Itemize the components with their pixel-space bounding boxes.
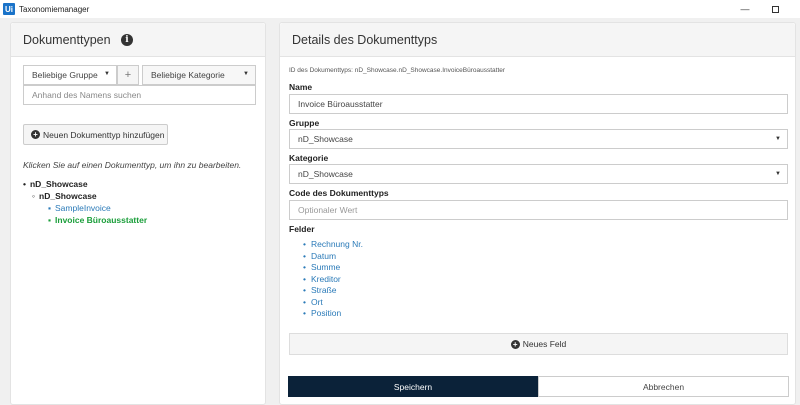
- tree-group-node[interactable]: • nD_Showcase: [23, 179, 88, 189]
- bullet: ▪: [48, 203, 52, 213]
- field-link[interactable]: Straße: [303, 285, 363, 297]
- bullet: ▪: [48, 215, 52, 225]
- category-filter-value: Beliebige Kategorie: [151, 70, 225, 80]
- caret-down-icon: ▼: [775, 136, 781, 142]
- caret-down-icon: ▼: [243, 71, 249, 77]
- bullet: •: [23, 179, 26, 189]
- minimize-button[interactable]: —: [732, 0, 758, 18]
- tree-doctype-item[interactable]: ▪ SampleInvoice: [48, 203, 111, 213]
- field-link[interactable]: Summe: [303, 262, 363, 274]
- name-label: Name: [289, 82, 313, 92]
- panel-title: Dokumenttypen: [23, 33, 111, 47]
- document-type-id: ID des Dokumenttyps: nD_Showcase.nD_Show…: [289, 67, 506, 74]
- app-logo-icon: Ui: [3, 3, 15, 15]
- fields-label: Felder: [289, 224, 315, 234]
- group-filter-value: Beliebige Gruppe: [32, 70, 98, 80]
- document-types-panel: Dokumenttypen i Beliebige Gruppe ▼ + Bel…: [10, 22, 266, 405]
- panel-heading: Dokumenttypen i: [11, 23, 265, 57]
- field-link[interactable]: Datum: [303, 251, 363, 263]
- field-link[interactable]: Position: [303, 308, 363, 320]
- tree-doctype-label: Invoice Büroausstatter: [55, 215, 148, 225]
- category-select[interactable]: nD_Showcase ▼: [289, 164, 788, 184]
- tree-group-label: nD_Showcase: [29, 179, 88, 189]
- add-document-type-button[interactable]: + Neuen Dokumenttyp hinzufügen: [23, 124, 168, 145]
- code-input[interactable]: [289, 200, 788, 220]
- tree-doctype-item-selected[interactable]: ▪ Invoice Büroausstatter: [48, 215, 147, 225]
- new-field-button[interactable]: + Neues Feld: [289, 333, 788, 355]
- hint-text: Klicken Sie auf einen Dokumenttyp, um ih…: [23, 160, 242, 170]
- field-link[interactable]: Ort: [303, 297, 363, 309]
- group-filter-select[interactable]: Beliebige Gruppe ▼: [23, 65, 117, 85]
- category-filter-select[interactable]: Beliebige Kategorie ▼: [142, 65, 256, 85]
- tree-category-node[interactable]: ◦ nD_Showcase: [32, 191, 97, 201]
- name-input[interactable]: [289, 94, 788, 114]
- cancel-button[interactable]: Abbrechen: [538, 376, 789, 397]
- plus-circle-icon: +: [31, 130, 40, 139]
- group-select[interactable]: nD_Showcase ▼: [289, 129, 788, 149]
- plus-circle-icon: +: [510, 339, 520, 349]
- tree-doctype-label: SampleInvoice: [55, 203, 111, 213]
- search-input[interactable]: [23, 85, 256, 105]
- title-bar: Ui Taxonomiemanager —: [0, 0, 800, 18]
- window-title: Taxonomiemanager: [19, 4, 90, 14]
- category-label: Kategorie: [289, 153, 329, 163]
- panel-heading: Details des Dokumenttyps: [280, 23, 795, 57]
- field-link[interactable]: Rechnung Nr.: [303, 239, 363, 251]
- fields-list: Rechnung Nr. Datum Summe Kreditor Straße…: [303, 239, 363, 320]
- add-group-button[interactable]: +: [117, 65, 139, 85]
- info-icon[interactable]: i: [121, 34, 133, 46]
- maximize-icon: [771, 5, 779, 13]
- group-label: Gruppe: [289, 118, 320, 128]
- code-label: Code des Dokumenttyps: [289, 188, 389, 198]
- panel-title: Details des Dokumenttyps: [292, 33, 438, 47]
- maximize-button[interactable]: [762, 0, 788, 18]
- caret-down-icon: ▼: [775, 171, 781, 177]
- caret-down-icon: ▼: [104, 71, 110, 77]
- new-field-label: Neues Feld: [522, 339, 567, 349]
- group-select-value: nD_Showcase: [298, 134, 353, 144]
- field-link[interactable]: Kreditor: [303, 274, 363, 286]
- tree-category-label: nD_Showcase: [39, 191, 97, 201]
- document-type-details-panel: Details des Dokumenttyps ID des Dokument…: [279, 22, 796, 405]
- save-button[interactable]: Speichern: [288, 376, 538, 397]
- category-select-value: nD_Showcase: [298, 169, 353, 179]
- bullet: ◦: [32, 191, 36, 201]
- add-document-type-label: Neuen Dokumenttyp hinzufügen: [43, 129, 165, 140]
